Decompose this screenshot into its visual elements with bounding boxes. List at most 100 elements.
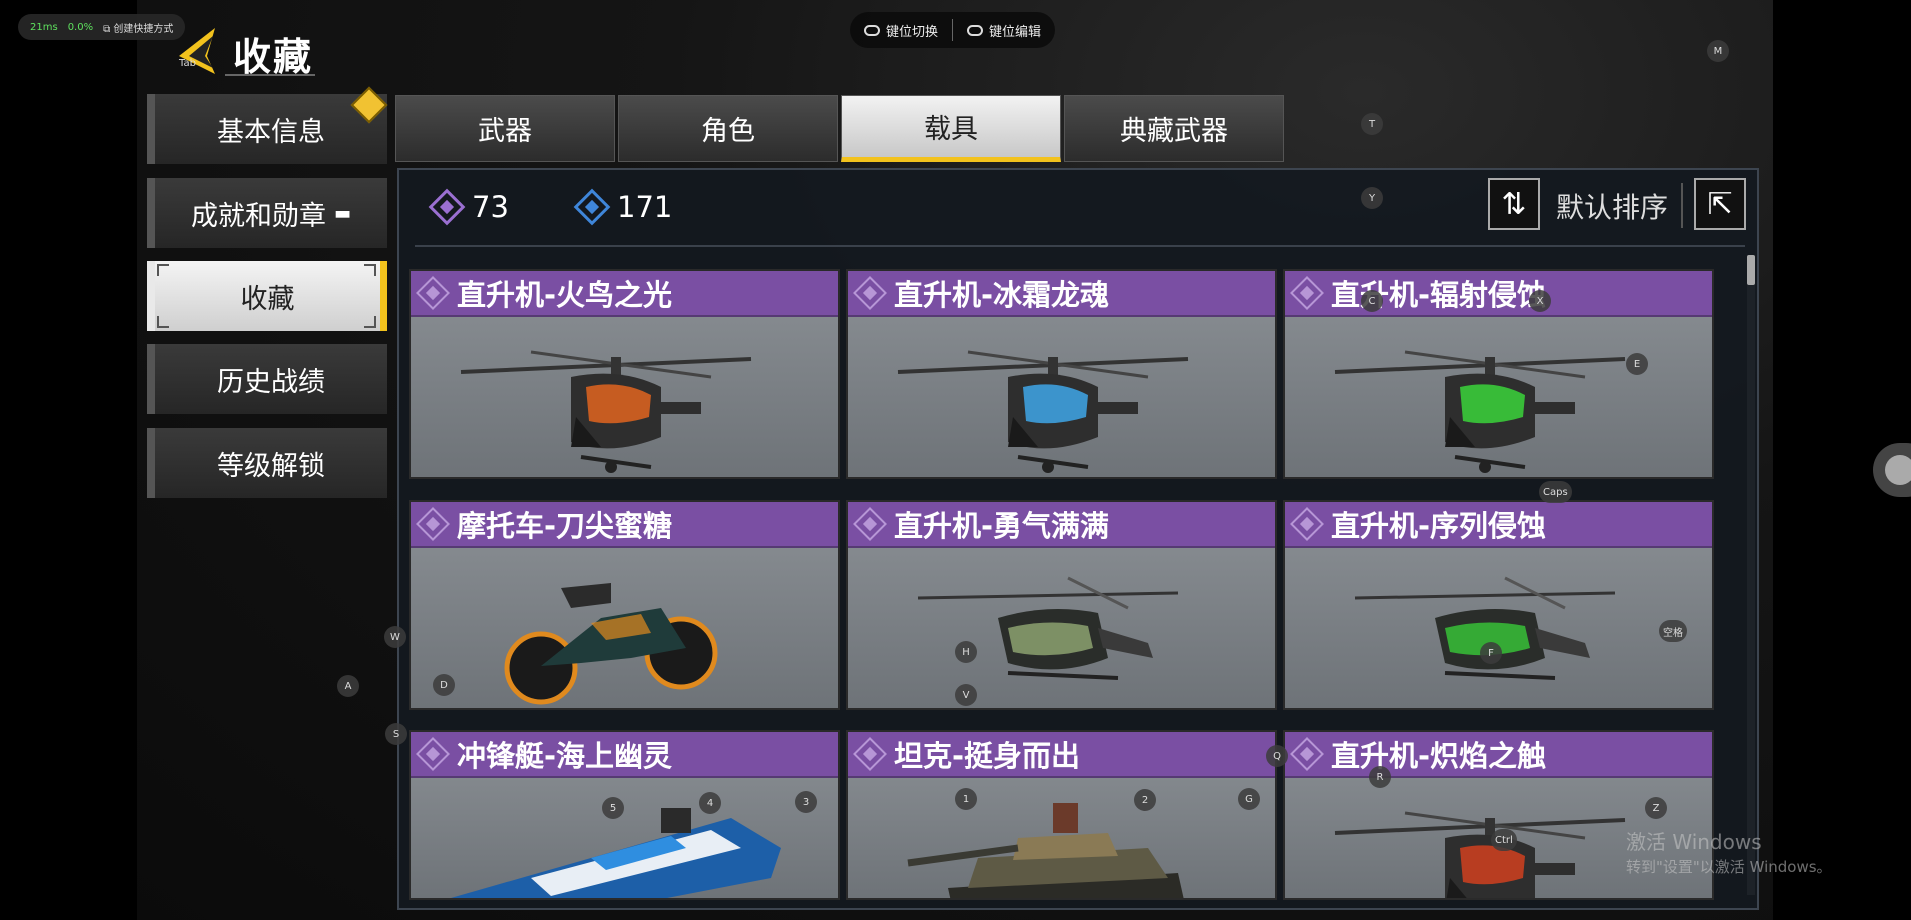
rarity-diamond-icon bbox=[853, 276, 887, 310]
vehicle-card-header: 直升机-序列侵蚀 bbox=[1285, 502, 1712, 548]
back-tab-button[interactable]: Tab bbox=[175, 26, 221, 76]
keyhint-c: C bbox=[1361, 290, 1383, 312]
key-switch-label: 键位切换 bbox=[886, 24, 939, 40]
vehicle-name: 直升机-冰霜龙魂 bbox=[894, 278, 1110, 312]
purple-diamond-icon bbox=[428, 188, 466, 226]
keyhint-y: Y bbox=[1361, 187, 1383, 209]
vehicle-card[interactable]: 直升机-勇气满满 bbox=[846, 500, 1277, 710]
tab-vehicles[interactable]: 载具 bbox=[841, 95, 1061, 162]
latency-text: 21ms bbox=[30, 21, 58, 33]
vehicle-name: 直升机-勇气满满 bbox=[894, 509, 1110, 543]
vehicle-card-header: 直升机-勇气满满 bbox=[848, 502, 1275, 548]
frame-corner bbox=[364, 316, 376, 328]
floating-assist-button[interactable] bbox=[1873, 443, 1911, 497]
vehicle-card-header: 直升机-辐射侵蚀 bbox=[1285, 271, 1712, 317]
vehicle-card-header: 摩托车-刀尖蜜糖 bbox=[411, 502, 838, 548]
purple-currency-value: 73 bbox=[472, 190, 509, 224]
keyhint-4: 4 bbox=[699, 792, 721, 814]
vehicle-moto-image bbox=[504, 583, 718, 705]
keyhint-space: 空格 bbox=[1659, 620, 1687, 642]
panel-divider bbox=[415, 245, 1745, 247]
sidebar-item-label: 成就和勋章 bbox=[190, 200, 326, 232]
vehicle-card-header: 坦克-挺身而出 bbox=[848, 732, 1275, 778]
keyhint-caps: Caps bbox=[1539, 481, 1572, 503]
rarity-diamond-icon bbox=[1290, 276, 1324, 310]
vehicle-name: 直升机-炽焰之触 bbox=[1331, 739, 1547, 773]
rarity-diamond-icon bbox=[1290, 737, 1324, 771]
sort-toggle-button[interactable]: ⇅ bbox=[1488, 178, 1540, 230]
page-title: 收藏 bbox=[233, 35, 314, 79]
tab-hint: Tab bbox=[179, 58, 196, 69]
keyhint-s: S bbox=[385, 723, 407, 745]
sidebar-item-achievements[interactable]: 成就和勋章 ▬ bbox=[147, 178, 387, 248]
vehicle-card-header: 冲锋艇-海上幽灵 bbox=[411, 732, 838, 778]
share-button[interactable]: ⇱ bbox=[1694, 178, 1746, 230]
tab-label: 载具 bbox=[924, 114, 978, 145]
rarity-diamond-icon bbox=[416, 737, 450, 771]
keyhint-1: 1 bbox=[955, 788, 977, 810]
keyhint-q: Q bbox=[1266, 745, 1288, 767]
windows-activation-title: 激活 Windows bbox=[1626, 830, 1762, 854]
gamepad-icon bbox=[864, 24, 880, 36]
vehicle-card-header: 直升机-火鸟之光 bbox=[411, 271, 838, 317]
keyhint-a: A bbox=[337, 675, 359, 697]
tab-label: 角色 bbox=[701, 116, 755, 147]
rarity-diamond-icon bbox=[416, 276, 450, 310]
dropdown-icon: ▬ bbox=[333, 202, 351, 224]
keyhint-v: V bbox=[955, 684, 977, 706]
tab-label: 典藏武器 bbox=[1120, 116, 1228, 147]
sidebar-item-label: 基本信息 bbox=[217, 116, 325, 148]
share-icon: ⇱ bbox=[1707, 186, 1733, 222]
vehicle-card[interactable]: 直升机-火鸟之光 bbox=[409, 269, 840, 479]
frame-corner bbox=[157, 264, 169, 276]
frame-corner bbox=[364, 264, 376, 276]
rarity-diamond-icon bbox=[416, 507, 450, 541]
vehicle-card[interactable]: 直升机-冰霜龙魂 bbox=[846, 269, 1277, 479]
tab-weapons[interactable]: 武器 bbox=[395, 95, 615, 162]
vehicle-heli2-image bbox=[1354, 576, 1616, 680]
keyhint-w: W bbox=[384, 626, 406, 648]
keyhint-x: X bbox=[1529, 290, 1551, 312]
key-switch-button[interactable]: 键位切换 bbox=[864, 21, 938, 40]
title-underline bbox=[225, 74, 315, 76]
keyhint-g: G bbox=[1238, 788, 1260, 810]
purple-currency: 73 bbox=[428, 188, 509, 226]
vehicle-heli2-image bbox=[917, 576, 1179, 680]
sidebar-item-label: 等级解锁 bbox=[217, 450, 325, 482]
tab-legendary-weapons[interactable]: 典藏武器 bbox=[1064, 95, 1284, 162]
sidebar-item-label: 收藏 bbox=[240, 283, 295, 315]
gamepad-edit-icon bbox=[967, 24, 984, 36]
vehicle-card[interactable]: 坦克-挺身而出 bbox=[846, 730, 1277, 900]
keyhint-3: 3 bbox=[795, 791, 817, 813]
vehicle-card[interactable]: 直升机-序列侵蚀 bbox=[1283, 500, 1714, 710]
vehicle-card-header: 直升机-炽焰之触 bbox=[1285, 732, 1712, 778]
sidebar-item-history[interactable]: 历史战绩 bbox=[147, 344, 387, 414]
vehicle-card[interactable]: 摩托车-刀尖蜜糖 bbox=[409, 500, 840, 710]
rarity-diamond-icon bbox=[853, 507, 887, 541]
tab-label: 武器 bbox=[478, 116, 532, 147]
keyhint-ctrl: Ctrl bbox=[1491, 829, 1517, 851]
scrollbar-track[interactable] bbox=[1747, 255, 1755, 895]
key-edit-label: 键位编辑 bbox=[989, 24, 1042, 40]
keyhint-m: M bbox=[1707, 40, 1729, 62]
sidebar-item-level-unlock[interactable]: 等级解锁 bbox=[147, 428, 387, 498]
create-shortcut-button[interactable]: ⧉ 创建快捷方式 bbox=[103, 20, 173, 35]
vehicle-heli-image bbox=[897, 350, 1189, 473]
tab-characters[interactable]: 角色 bbox=[618, 95, 838, 162]
vehicle-card[interactable]: 直升机-辐射侵蚀 bbox=[1283, 269, 1714, 479]
blue-currency: 171 bbox=[573, 188, 673, 226]
sort-label[interactable]: 默认排序 bbox=[1556, 186, 1668, 226]
rarity-diamond-icon bbox=[853, 737, 887, 771]
vehicle-card[interactable]: 冲锋艇-海上幽灵 bbox=[409, 730, 840, 900]
key-edit-button[interactable]: 键位编辑 bbox=[967, 21, 1041, 40]
blue-currency-value: 171 bbox=[617, 190, 673, 224]
vehicle-name: 摩托车-刀尖蜜糖 bbox=[457, 509, 673, 543]
performance-overlay: 21ms 0.0% ⧉ 创建快捷方式 bbox=[18, 14, 186, 40]
assist-icon bbox=[1885, 455, 1911, 485]
sidebar-item-collection[interactable]: 收藏 bbox=[147, 261, 387, 331]
vehicle-name: 直升机-序列侵蚀 bbox=[1331, 509, 1547, 543]
keyhint-r: R bbox=[1369, 766, 1391, 788]
keyhint-e: E bbox=[1626, 353, 1648, 375]
scrollbar-thumb[interactable] bbox=[1747, 255, 1755, 285]
keymap-toolbar: 键位切换 键位编辑 bbox=[850, 12, 1056, 48]
